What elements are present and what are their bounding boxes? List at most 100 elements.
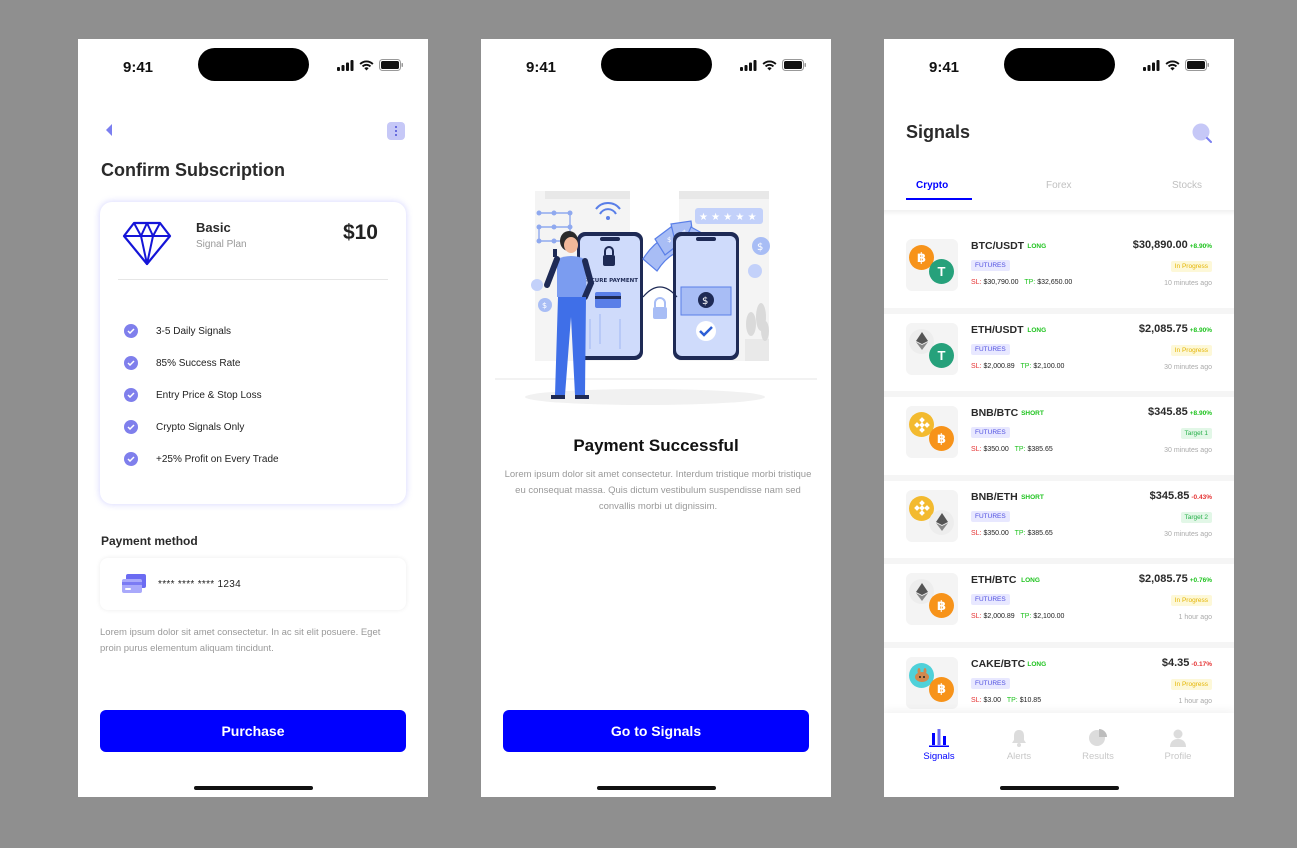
signal-row[interactable]: ฿ ETH/BTC LONG FUTURES SL: $2,000.89 TP: $2,… — [884, 564, 1234, 648]
timestamp: 30 minutes ago — [1164, 363, 1212, 371]
tp-label: TP: — [1020, 362, 1032, 370]
search-icon[interactable] — [1192, 123, 1212, 143]
diamond-icon — [122, 221, 172, 266]
wifi-icon — [762, 60, 777, 70]
sl-value: $2,000.89 — [983, 613, 1015, 621]
signal-row[interactable]: T ETH/USDT LONG FUTURES SL: $2,000.89 TP: $2… — [884, 314, 1234, 398]
cellular-signal-icon — [740, 59, 757, 71]
wifi-icon — [359, 60, 374, 70]
price-change: +8.90% — [1189, 410, 1212, 418]
timestamp: 1 hour ago — [1178, 614, 1212, 622]
sl-label: SL: — [971, 446, 982, 454]
usdt-coin-icon: T — [929, 259, 954, 284]
price: $2,085.75 +8.90% — [1139, 323, 1212, 335]
divider — [118, 279, 388, 280]
dynamic-island — [1004, 48, 1115, 81]
sl-tp-values: SL: $2,000.89 TP: $2,100.00 — [971, 613, 1064, 620]
dynamic-island — [198, 48, 309, 81]
price-change: +0.76% — [1189, 577, 1212, 585]
battery-icon — [379, 59, 403, 71]
market-tabs: Crypto Forex Stocks — [884, 180, 1234, 200]
active-tab-indicator — [906, 198, 972, 200]
tp-label: TP: — [1014, 446, 1026, 454]
secure-payment-illustration: ★ ★ ★ ★ ★ $ $ SECURE PAYMENT $$$$ $ — [495, 191, 817, 405]
home-indicator — [597, 786, 716, 790]
more-options-button[interactable] — [387, 122, 405, 140]
direction-badge: SHORT — [1021, 493, 1044, 501]
futures-badge: FUTURES — [971, 510, 1010, 522]
status-time: 9:41 — [123, 59, 154, 76]
btc-coin-icon: ฿ — [929, 593, 954, 619]
futures-badge: FUTURES — [971, 594, 1010, 606]
feature-label: 85% Success Rate — [156, 357, 241, 369]
pair-name: ETH/USDT — [971, 323, 1024, 336]
sl-tp-values: SL: $3.00 TP: $10.85 — [971, 697, 1041, 704]
tab-forex[interactable]: Forex — [1046, 180, 1072, 191]
price: $2,085.75 +0.76% — [1139, 573, 1212, 585]
signal-row[interactable]: ฿ T BTC/USDT LONG FUTURES SL: $30,790.00 TP: … — [884, 230, 1234, 314]
tab-stocks[interactable]: Stocks — [1172, 180, 1202, 191]
card-number: **** **** **** 1234 — [158, 579, 241, 590]
dynamic-island — [601, 48, 712, 81]
timestamp: 30 minutes ago — [1164, 530, 1212, 538]
check-icon — [124, 420, 138, 434]
back-arrow-icon[interactable] — [104, 123, 114, 137]
futures-badge: FUTURES — [971, 427, 1010, 439]
sl-label: SL: — [971, 696, 982, 704]
check-icon — [124, 356, 138, 370]
purchase-button[interactable]: Purchase — [100, 710, 406, 752]
status-badge: Target 2 — [1180, 511, 1212, 523]
futures-badge: FUTURES — [971, 343, 1010, 355]
bell-icon — [1012, 730, 1026, 747]
nav-profile[interactable]: Profile — [1148, 729, 1208, 762]
price-change: +8.90% — [1189, 243, 1212, 250]
sl-value: $350.00 — [983, 529, 1009, 537]
plan-card: Basic Signal Plan $10 3-5 Daily Signals 8… — [100, 202, 406, 504]
sl-value: $350.00 — [983, 446, 1009, 454]
nav-label: Signals — [923, 751, 955, 762]
tab-crypto[interactable]: Crypto — [916, 180, 948, 191]
credit-card-icon — [122, 574, 146, 593]
nav-signals[interactable]: Signals — [909, 729, 969, 762]
signal-row[interactable]: BNB/ETH SHORT FUTURES SL: $350.00 TP: $385.… — [884, 481, 1234, 565]
signal-row[interactable]: ฿ BNB/BTC SHORT FUTURES SL: $350.00 TP: $385… — [884, 397, 1234, 481]
usdt-coin-icon: T — [929, 342, 954, 368]
success-text: Lorem ipsum dolor sit amet consectetur. … — [504, 469, 812, 512]
timestamp: 1 hour ago — [1178, 697, 1212, 705]
coin-pair-icons — [906, 489, 958, 542]
sl-tp-values: SL: $350.00 TP: $385.65 — [971, 446, 1053, 453]
sl-tp-values: SL: $350.00 TP: $385.65 — [971, 530, 1053, 537]
home-indicator — [1000, 786, 1119, 790]
nav-alerts[interactable]: Alerts — [989, 729, 1049, 762]
sl-label: SL: — [971, 362, 982, 370]
check-icon — [124, 324, 138, 338]
cellular-signal-icon — [337, 59, 354, 71]
price: $30,890.00 +8.90% — [1133, 239, 1212, 251]
status-time: 9:41 — [929, 59, 960, 76]
wifi-icon — [1165, 60, 1180, 70]
status-badge: In Progress — [1170, 261, 1212, 272]
svg-text:★ ★ ★ ★ ★: ★ ★ ★ ★ ★ — [699, 212, 757, 223]
nav-label: Profile — [1164, 751, 1192, 762]
price-value: $345.85 — [1148, 406, 1188, 419]
tp-value: $2,100.00 — [1033, 362, 1065, 370]
tp-label: TP: — [1020, 613, 1032, 621]
feature-list: 3-5 Daily Signals 85% Success Rate Entry P… — [124, 315, 279, 475]
svg-text:$: $ — [542, 301, 547, 310]
timestamp: 30 minutes ago — [1164, 447, 1212, 455]
nav-label: Results — [1082, 751, 1114, 762]
sl-tp-values: SL: $30,790.00 TP: $32,650.00 — [971, 279, 1072, 286]
go-to-signals-button[interactable]: Go to Signals — [503, 710, 809, 752]
direction-badge: LONG — [1027, 660, 1047, 668]
sl-tp-values: SL: $2,000.89 TP: $2,100.00 — [971, 363, 1064, 370]
futures-badge: FUTURES — [971, 677, 1010, 689]
price-change: -0.17% — [1191, 660, 1212, 668]
timestamp: 10 minutes ago — [1164, 280, 1212, 287]
bottom-navigation: Signals Alerts Results Profile — [884, 713, 1234, 797]
price: $345.85 -0.43% — [1150, 490, 1212, 502]
sl-label: SL: — [971, 279, 982, 286]
payment-method-card[interactable]: **** **** **** 1234 — [100, 558, 406, 610]
bar-chart-icon — [929, 729, 949, 747]
payment-method-label: Payment method — [101, 534, 198, 548]
nav-results[interactable]: Results — [1068, 729, 1128, 762]
